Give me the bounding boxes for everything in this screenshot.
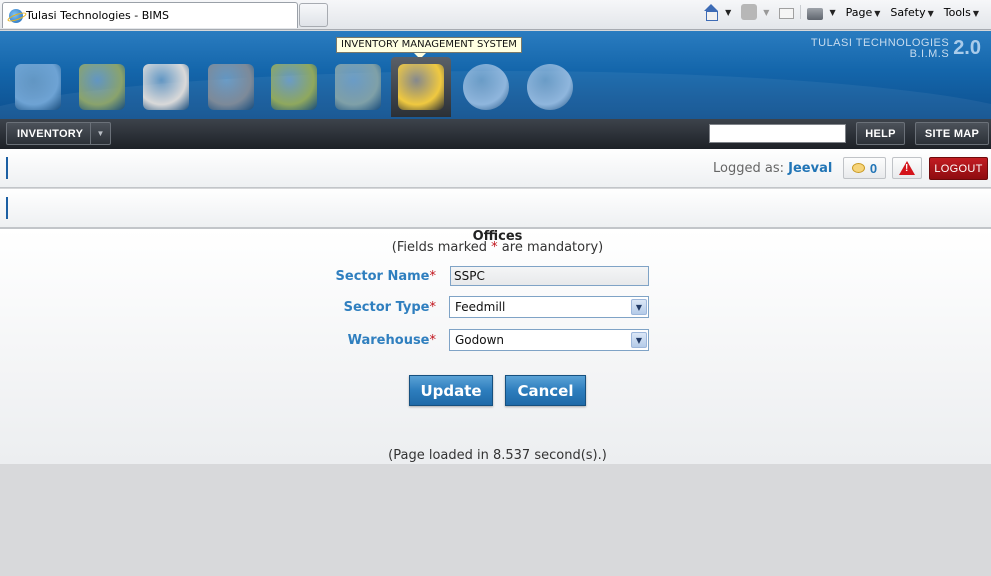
page-background: [0, 464, 991, 576]
inventory-menu-label: INVENTORY: [17, 127, 84, 140]
hatchery-icon: [79, 64, 125, 110]
farm-house-icon: [15, 64, 61, 110]
alerts-button[interactable]: [892, 157, 922, 179]
main-content: Offices (Fields marked * are mandatory) …: [0, 229, 991, 464]
poultry-bird-icon: [143, 64, 189, 110]
sector-type-row: Sector Type* Feedmill ▼: [0, 296, 991, 318]
factory-icon: [208, 64, 254, 110]
new-tab-button[interactable]: [299, 3, 328, 27]
mandatory-prefix: (Fields marked: [391, 240, 492, 255]
module-tooltip: INVENTORY MANAGEMENT SYSTEM: [336, 37, 522, 53]
site-map-button[interactable]: SITE MAP: [915, 122, 989, 145]
separator: [800, 5, 802, 19]
brand: TULASI TECHNOLOGIES B.I.M.S 2.0: [811, 37, 981, 60]
sector-name-label: Sector Name*: [336, 269, 436, 284]
home-icon[interactable]: [703, 4, 719, 21]
internet-explorer-icon: [9, 8, 23, 23]
module-factory[interactable]: [201, 57, 261, 117]
logged-as: Logged as: Jeeval: [713, 161, 832, 176]
username[interactable]: Jeeval: [788, 161, 832, 176]
logged-as-label: Logged as:: [713, 161, 784, 176]
sector-name-row: Sector Name*: [0, 266, 991, 288]
print-dropdown-icon[interactable]: ▼: [829, 8, 835, 17]
chevron-down-icon: ▼: [972, 8, 979, 18]
home-dropdown-icon[interactable]: ▼: [725, 8, 731, 17]
module-poultry-bird[interactable]: [136, 57, 196, 117]
sector-name-label-text: Sector Name: [335, 269, 430, 284]
safety-menu[interactable]: Safety ▼: [890, 6, 939, 19]
sector-type-label-text: Sector Type: [343, 300, 430, 315]
module-user-admin[interactable]: [456, 57, 516, 117]
warning-icon: [899, 161, 915, 175]
sector-type-select[interactable]: Feedmill ▼: [449, 296, 649, 318]
inventory-menu-button[interactable]: INVENTORY ▼: [6, 122, 111, 145]
chevron-down-icon[interactable]: ▼: [90, 123, 110, 144]
sector-name-field[interactable]: [450, 266, 649, 286]
brand-version: 2.0: [953, 37, 981, 59]
brand-company: TULASI TECHNOLOGIES: [810, 36, 950, 49]
tools-menu-label: Tools: [943, 5, 971, 19]
sector-type-value: Feedmill: [455, 300, 506, 314]
feeds-icon[interactable]: [741, 4, 758, 20]
module-hatchery[interactable]: [72, 57, 132, 117]
update-button[interactable]: Update: [409, 375, 493, 406]
speech-bubble-icon: [851, 163, 865, 173]
feeds-dropdown-icon[interactable]: ▼: [763, 8, 769, 17]
cancel-button[interactable]: Cancel: [505, 375, 586, 406]
warehouse-value: Godown: [455, 333, 505, 347]
mandatory-note: (Fields marked * are mandatory): [0, 240, 991, 255]
required-star: *: [429, 300, 437, 315]
warehouse-label-text: Warehouse: [347, 333, 430, 348]
mandatory-suffix: are mandatory): [497, 240, 604, 255]
nav-strip: INVENTORY ▼ HELP SITE MAP: [0, 119, 991, 149]
browser-tab[interactable]: Tulasi Technologies - BIMS: [2, 2, 298, 28]
reports-pie-chart-icon: [527, 64, 573, 110]
warehouse-select[interactable]: Godown ▼: [449, 329, 649, 351]
page-menu-label: Page: [845, 5, 873, 19]
message-count: 0: [869, 160, 878, 176]
app-header: INVENTORY MANAGEMENT SYSTEM TULASI TECHN…: [0, 31, 991, 119]
brand-text: TULASI TECHNOLOGIES B.I.M.S: [810, 36, 950, 60]
module-reports-pie-chart[interactable]: [520, 57, 580, 117]
tab-title: Tulasi Technologies - BIMS: [26, 9, 169, 22]
chevron-down-icon: ▼: [927, 8, 934, 18]
logout-button[interactable]: LOGOUT: [929, 157, 988, 180]
warehouse-label: Warehouse*: [348, 333, 436, 348]
search-input[interactable]: [709, 124, 846, 143]
tools-menu[interactable]: Tools ▼: [944, 6, 985, 19]
accounts-machine-icon: [335, 64, 381, 110]
bar-accent: [6, 157, 8, 179]
mail-icon[interactable]: [779, 8, 795, 19]
chevron-down-icon[interactable]: ▼: [631, 332, 647, 348]
module-farm-house[interactable]: [8, 57, 68, 117]
browser-toolbar: Tulasi Technologies - BIMS ▼ ▼ ▼ Page ▼ S…: [0, 0, 991, 30]
chevron-down-icon[interactable]: ▼: [631, 299, 647, 315]
warehouse-row: Warehouse* Godown ▼: [0, 329, 991, 351]
brand-product: B.I.M.S: [909, 47, 950, 60]
module-accounts-machine[interactable]: [328, 57, 388, 117]
required-star: *: [429, 269, 437, 284]
messages-button[interactable]: 0: [843, 157, 886, 179]
page-menu[interactable]: Page ▼: [846, 6, 887, 19]
feed-bag-icon: [271, 64, 317, 110]
module-feed-bag[interactable]: [264, 57, 324, 117]
required-star: *: [429, 333, 437, 348]
print-icon[interactable]: [807, 7, 824, 20]
module-inventory-notepad[interactable]: [391, 57, 451, 117]
inventory-notepad-icon: [398, 64, 444, 110]
sector-type-label: Sector Type*: [344, 300, 436, 315]
bar-accent: [6, 197, 8, 219]
safety-menu-label: Safety: [890, 5, 926, 19]
help-button[interactable]: HELP: [856, 122, 905, 145]
sub-bar: [0, 189, 991, 229]
chevron-down-icon: ▼: [874, 8, 881, 18]
page-load-time: (Page loaded in 8.537 second(s).): [388, 448, 607, 463]
session-bar: Logged as: Jeeval 0 LOGOUT: [0, 149, 991, 188]
user-admin-icon: [463, 64, 509, 110]
command-bar: ▼ ▼ ▼ Page ▼ Safety ▼ Tools ▼: [703, 4, 985, 21]
